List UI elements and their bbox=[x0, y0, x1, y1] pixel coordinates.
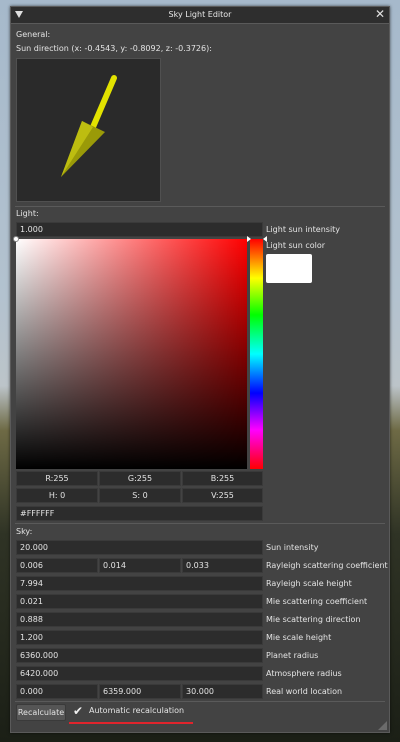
world-location-label: Real world location bbox=[266, 687, 343, 696]
atmosphere-radius-label: Atmosphere radius bbox=[266, 669, 342, 678]
light-sun-color-swatch[interactable] bbox=[266, 254, 312, 283]
rayleigh-coef-y-input[interactable]: 0.014 bbox=[99, 558, 181, 573]
light-sun-intensity-input[interactable]: 1.000 bbox=[16, 222, 263, 237]
general-section-label: General: bbox=[16, 30, 51, 39]
sun-direction-arrow bbox=[61, 75, 117, 177]
sun-direction-label: Sun direction (x: -0.4543, y: -0.8092, z… bbox=[16, 44, 212, 53]
hue-value-input[interactable]: H: 0 bbox=[16, 488, 98, 503]
atmosphere-radius-input[interactable]: 6420.000 bbox=[16, 666, 263, 681]
light-sun-color-label: Light sun color bbox=[266, 241, 326, 250]
separator bbox=[15, 206, 385, 207]
rayleigh-coef-x-input[interactable]: 0.006 bbox=[16, 558, 98, 573]
rayleigh-scale-height-input[interactable]: 7.994 bbox=[16, 576, 263, 591]
hue-slider[interactable] bbox=[250, 239, 263, 469]
hue-marker-right-icon[interactable] bbox=[263, 236, 267, 242]
mie-coef-input[interactable]: 0.021 bbox=[16, 594, 263, 609]
saturation-value-input[interactable]: S: 0 bbox=[99, 488, 181, 503]
light-sun-intensity-label: Light sun intensity bbox=[266, 225, 341, 234]
red-value-input[interactable]: R:255 bbox=[16, 471, 98, 486]
window-title: Sky Light Editor bbox=[168, 10, 232, 19]
rayleigh-coef-label: Rayleigh scattering coefficient bbox=[266, 561, 388, 570]
resize-grip-icon[interactable] bbox=[378, 721, 387, 730]
planet-radius-input[interactable]: 6360.000 bbox=[16, 648, 263, 663]
light-section-label: Light: bbox=[16, 209, 39, 218]
separator bbox=[15, 701, 385, 702]
brightness-value-input[interactable]: V:255 bbox=[182, 488, 263, 503]
sky-light-editor-window: Sky Light Editor ✕ General: Sun directio… bbox=[10, 6, 390, 733]
saturation-value-handle[interactable] bbox=[13, 236, 19, 242]
rayleigh-coef-z-input[interactable]: 0.033 bbox=[182, 558, 263, 573]
saturation-value-picker[interactable] bbox=[16, 239, 247, 469]
sun-direction-viewport[interactable] bbox=[16, 58, 161, 202]
hex-color-input[interactable]: #FFFFFF bbox=[16, 506, 263, 521]
sun-intensity-input[interactable]: 20.000 bbox=[16, 540, 263, 555]
mie-scale-height-label: Mie scale height bbox=[266, 633, 332, 642]
planet-radius-label: Planet radius bbox=[266, 651, 319, 660]
mie-direction-label: Mie scattering direction bbox=[266, 615, 361, 624]
rayleigh-scale-height-label: Rayleigh scale height bbox=[266, 579, 352, 588]
blue-value-input[interactable]: B:255 bbox=[182, 471, 263, 486]
auto-recalculation-checkbox[interactable]: ✔ Automatic recalculation bbox=[69, 703, 189, 720]
recalculate-button[interactable]: Recalculate bbox=[16, 704, 66, 721]
hue-marker-left-icon[interactable] bbox=[247, 236, 251, 242]
focus-underline bbox=[69, 722, 193, 724]
separator bbox=[15, 523, 385, 524]
mie-scale-height-input[interactable]: 1.200 bbox=[16, 630, 263, 645]
sky-section-label: Sky: bbox=[16, 527, 33, 536]
sun-intensity-label: Sun intensity bbox=[266, 543, 319, 552]
title-bar[interactable]: Sky Light Editor ✕ bbox=[11, 7, 389, 24]
auto-recalculation-label: Automatic recalculation bbox=[89, 706, 185, 715]
mie-direction-input[interactable]: 0.888 bbox=[16, 612, 263, 627]
checkmark-icon[interactable]: ✔ bbox=[71, 704, 85, 718]
green-value-input[interactable]: G:255 bbox=[99, 471, 181, 486]
close-icon[interactable]: ✕ bbox=[374, 8, 386, 21]
mie-coef-label: Mie scattering coefficient bbox=[266, 597, 368, 606]
world-location-z-input[interactable]: 30.000 bbox=[182, 684, 263, 699]
world-location-x-input[interactable]: 0.000 bbox=[16, 684, 98, 699]
world-location-y-input[interactable]: 6359.000 bbox=[99, 684, 181, 699]
